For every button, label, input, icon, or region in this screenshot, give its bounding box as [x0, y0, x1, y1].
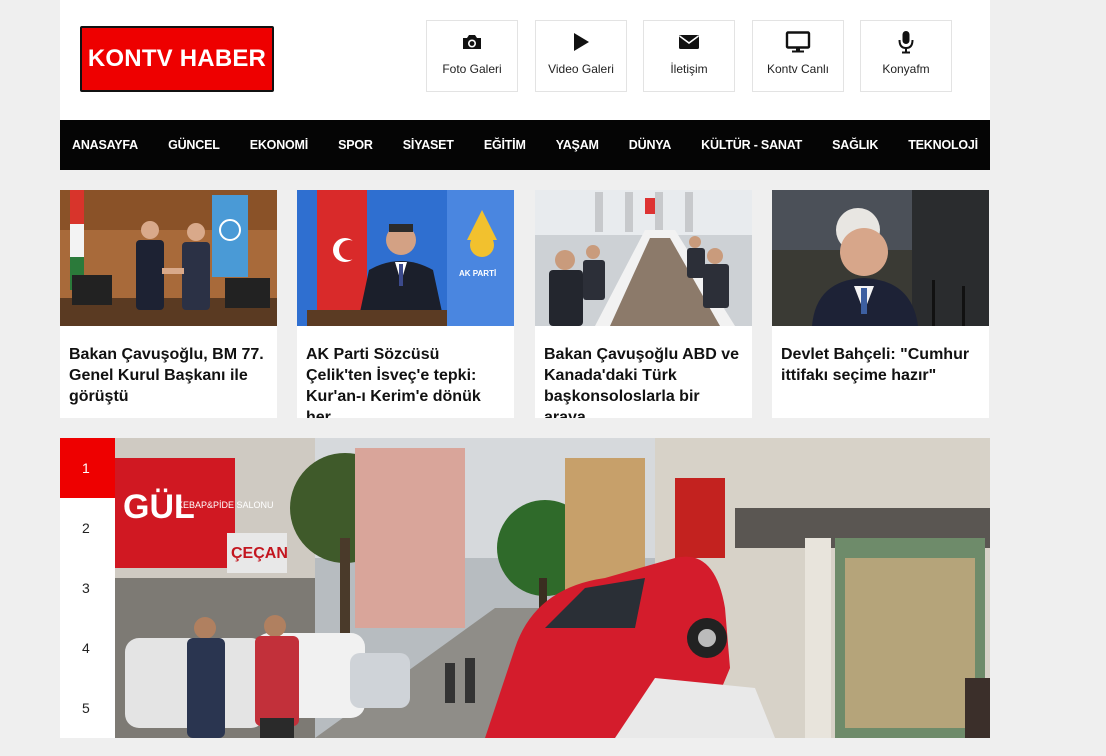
news-card-image[interactable] — [60, 190, 277, 326]
page: KONTV HABER Foto Galeri Video Galeri İle… — [60, 0, 990, 756]
kontv-canli-label: Kontv Canlı — [766, 62, 830, 76]
konyafm-link[interactable]: Konyafm — [860, 20, 952, 92]
slider-tab-4[interactable]: 4 — [60, 618, 115, 678]
slider-image[interactable]: GÜL KEBAP&PİDE SALONU ÇEÇAN — [115, 438, 990, 738]
news-card-title[interactable]: AK Parti Sözcüsü Çelik'ten İsveç'e tepki… — [306, 344, 506, 418]
slider-tabs: 1 2 3 4 5 — [60, 438, 115, 738]
news-card-title[interactable]: Bakan Çavuşoğlu, BM 77. Genel Kurul Başk… — [69, 344, 269, 407]
header: KONTV HABER Foto Galeri Video Galeri İle… — [60, 0, 990, 120]
news-card-image[interactable]: AK PARTİ — [297, 190, 514, 326]
nav-item-spor[interactable]: SPOR — [338, 138, 373, 152]
slide-sign-kebap: KEBAP&PİDE SALONU — [177, 500, 274, 510]
slider-tab-3[interactable]: 3 — [60, 558, 115, 618]
news-card-title[interactable]: Devlet Bahçeli: "Cumhur ittifakı seçime … — [781, 344, 981, 386]
konyafm-label: Konyafm — [882, 62, 930, 76]
nav-item-teknoloji[interactable]: TEKNOLOJİ — [908, 138, 978, 152]
video-galeri-label: Video Galeri — [548, 62, 614, 76]
slider-tab-2[interactable]: 2 — [60, 498, 115, 558]
main-nav: ANASAYFA GÜNCEL EKONOMİ SPOR SİYASET EĞİ… — [60, 120, 990, 170]
news-card-image[interactable] — [535, 190, 752, 326]
nav-item-egitim[interactable]: EĞİTİM — [484, 138, 526, 152]
news-card[interactable]: AK PARTİ AK Parti Sözcüsü Çelik'ten İsve… — [297, 190, 514, 418]
news-card-image[interactable] — [772, 190, 989, 326]
camera-icon — [461, 30, 483, 54]
video-galeri-link[interactable]: Video Galeri — [535, 20, 627, 92]
news-card[interactable]: Bakan Çavuşoğlu, BM 77. Genel Kurul Başk… — [60, 190, 277, 418]
headline-slider: 1 2 3 4 5 GÜL KEBAP&PİDE SALONU ÇEÇAN — [60, 438, 990, 738]
news-card[interactable]: Devlet Bahçeli: "Cumhur ittifakı seçime … — [772, 190, 989, 418]
iletisim-link[interactable]: İletişim — [643, 20, 735, 92]
nav-item-anasayfa[interactable]: ANASAYFA — [72, 138, 138, 152]
nav-item-siyaset[interactable]: SİYASET — [403, 138, 454, 152]
envelope-icon — [678, 30, 700, 54]
foto-galeri-label: Foto Galeri — [442, 62, 502, 76]
nav-item-ekonomi[interactable]: EKONOMİ — [250, 138, 309, 152]
nav-item-yasam[interactable]: YAŞAM — [556, 138, 599, 152]
foto-galeri-link[interactable]: Foto Galeri — [426, 20, 518, 92]
news-card[interactable]: Bakan Çavuşoğlu ABD ve Kanada'daki Türk … — [535, 190, 752, 418]
ak-parti-logo-text: AK PARTİ — [459, 269, 496, 278]
slider-tab-1[interactable]: 1 — [60, 438, 115, 498]
kontv-canli-link[interactable]: Kontv Canlı — [752, 20, 844, 92]
monitor-icon — [785, 30, 811, 54]
nav-item-saglik[interactable]: SAĞLIK — [832, 138, 878, 152]
slide-sign-cecan: ÇEÇAN — [231, 545, 288, 562]
nav-item-guncel[interactable]: GÜNCEL — [168, 138, 220, 152]
play-icon — [572, 30, 590, 54]
nav-item-dunya[interactable]: DÜNYA — [629, 138, 672, 152]
slider-tab-5[interactable]: 5 — [60, 678, 115, 738]
nav-item-kultur-sanat[interactable]: KÜLTÜR - SANAT — [701, 138, 802, 152]
microphone-icon — [898, 30, 914, 54]
iletisim-label: İletişim — [670, 62, 708, 76]
news-card-title[interactable]: Bakan Çavuşoğlu ABD ve Kanada'daki Türk … — [544, 344, 744, 418]
site-logo[interactable]: KONTV HABER — [80, 26, 274, 92]
